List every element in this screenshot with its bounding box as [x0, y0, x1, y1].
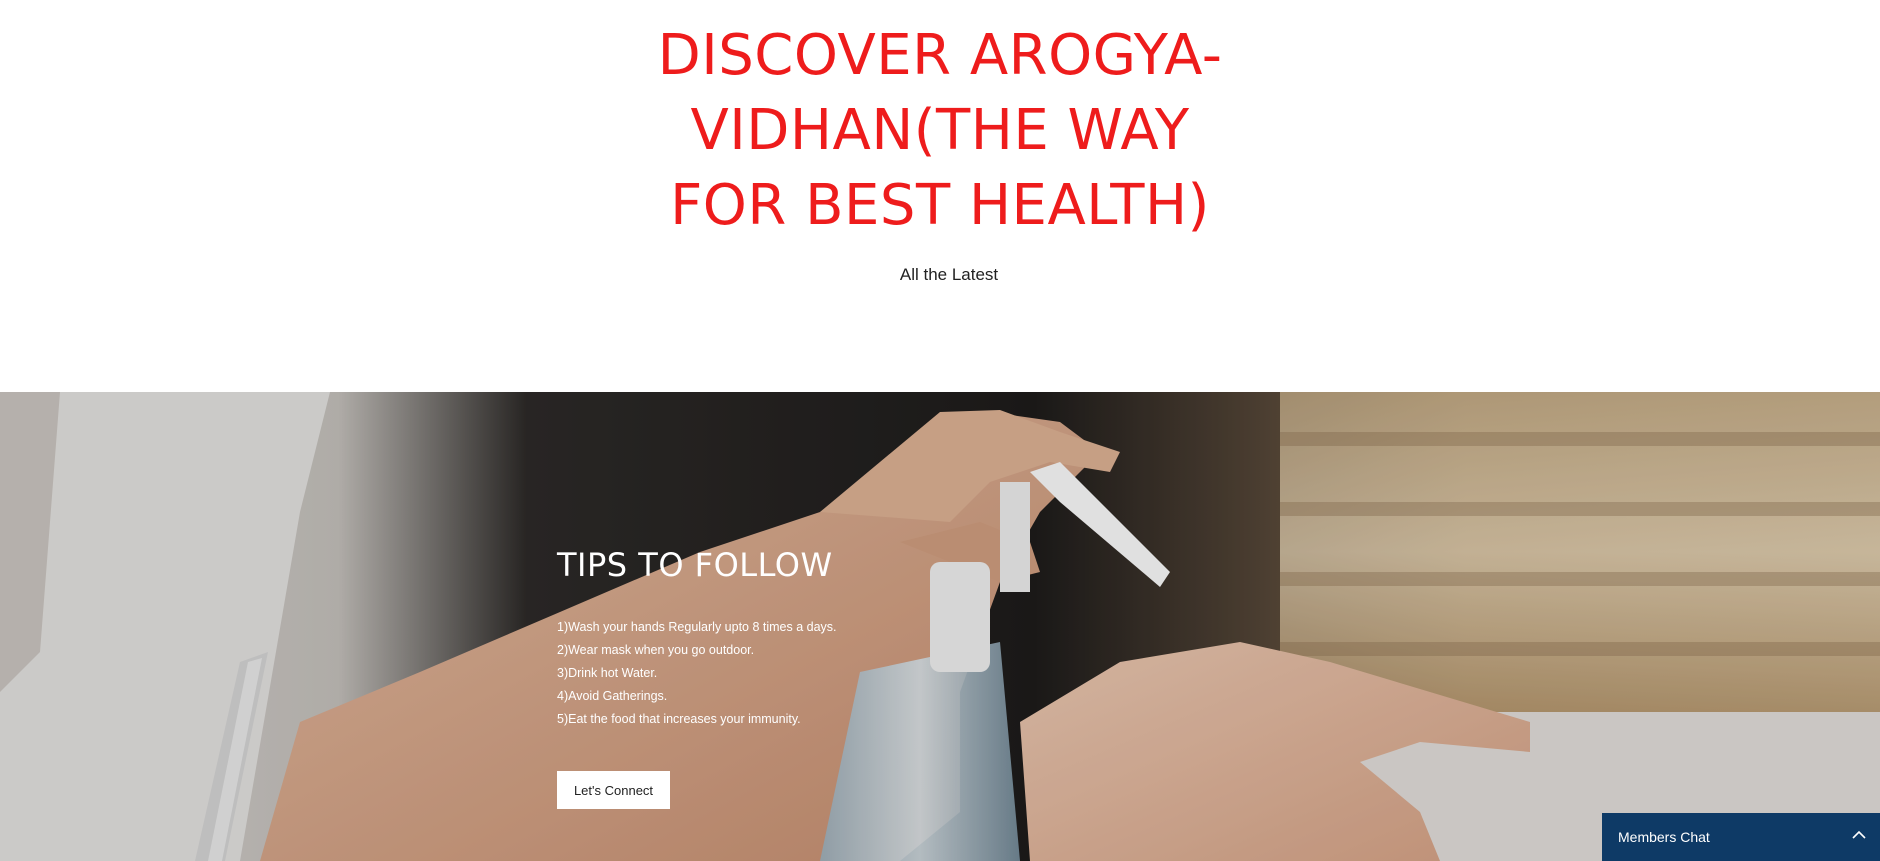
tip-item: 3)Drink hot Water. [557, 666, 658, 680]
tips-title: TIPS TO FOLLOW [557, 546, 833, 584]
chevron-up-icon[interactable] [1852, 830, 1866, 840]
members-chat-bar[interactable]: Members Chat [1602, 813, 1880, 861]
tip-item: 2)Wear mask when you go outdoor. [557, 643, 755, 657]
lets-connect-button[interactable]: Let's Connect [557, 771, 670, 809]
page-title: DISCOVER AROGYA- VIDHAN(THE WAY FOR BEST… [657, 23, 1223, 238]
tip-item: 5)Eat the food that increases your immun… [557, 712, 801, 726]
tip-item: 4)Avoid Gatherings. [557, 689, 668, 703]
hand-sanitizer-photo [0, 392, 1880, 861]
members-chat-label: Members Chat [1618, 829, 1710, 845]
hero-subtitle: All the Latest [899, 265, 999, 284]
tips-section: TIPS TO FOLLOW 1)Wash your hands Regular… [0, 392, 1880, 861]
tips-list: 1)Wash your hands Regularly upto 8 times… [557, 616, 837, 731]
hero-section: DISCOVER AROGYA- VIDHAN(THE WAY FOR BEST… [0, 0, 1880, 392]
tip-item: 1)Wash your hands Regularly upto 8 times… [557, 620, 837, 634]
